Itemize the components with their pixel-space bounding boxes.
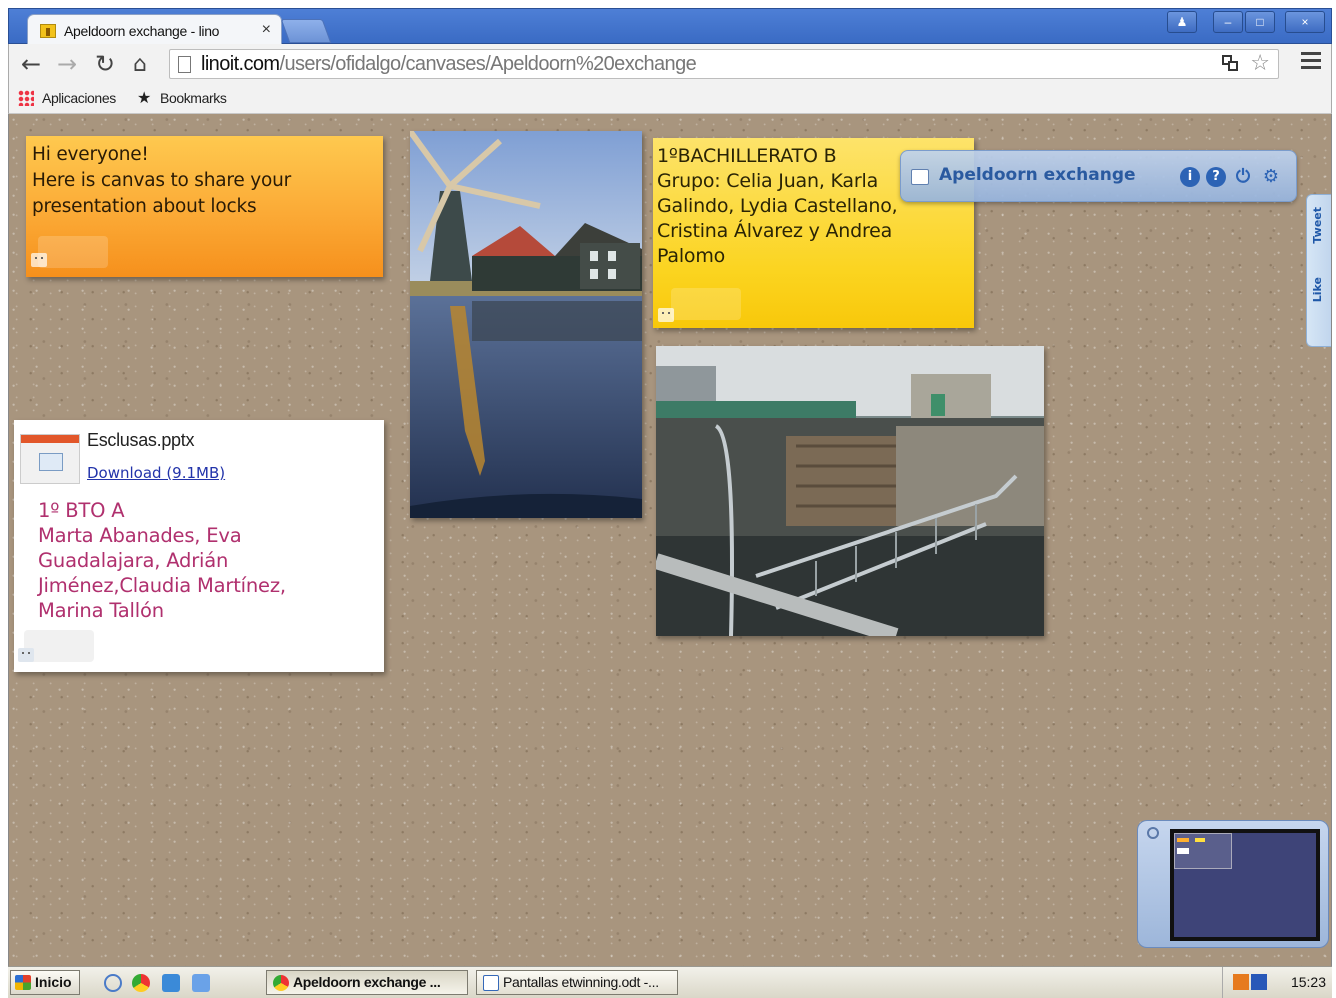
reload-icon[interactable]: ↻ xyxy=(95,50,115,78)
back-arrow-icon[interactable]: ← xyxy=(21,50,41,78)
url-host: linoit.com xyxy=(201,53,280,75)
tab-apeldoorn-exchange[interactable]: Apeldoorn exchange - lino × xyxy=(27,14,282,46)
tray-app-icon[interactable] xyxy=(1233,974,1249,990)
clock[interactable]: 15:23 xyxy=(1291,974,1326,990)
chrome-icon xyxy=(273,975,289,991)
note-line: presentation about locks xyxy=(32,196,257,217)
tab-close-icon[interactable]: × xyxy=(262,21,271,39)
like-button[interactable]: Like xyxy=(1311,277,1324,302)
maximize-button[interactable]: □ xyxy=(1245,11,1275,33)
note-line: Palomo xyxy=(657,245,726,267)
power-icon[interactable]: ⏻ xyxy=(1233,167,1253,187)
note-line: Here is canvas to share your xyxy=(32,170,292,191)
sticky-note-text: 1º BTO A Marta Abanades, Eva Guadalajara… xyxy=(38,498,286,623)
author-face-icon[interactable] xyxy=(658,308,674,322)
lino-favicon-icon xyxy=(40,24,56,38)
note-line: Cristina Álvarez y Andrea xyxy=(657,220,893,242)
user-profile-icon[interactable]: ♟ xyxy=(1167,11,1197,33)
url-path: /users/ofidalgo/canvases/Apeldoorn%20exc… xyxy=(279,53,697,75)
stamp-watermark xyxy=(24,630,94,662)
quicklaunch-ie-icon[interactable] xyxy=(162,974,180,992)
windmill-photo[interactable] xyxy=(410,131,642,518)
canvas-title[interactable]: Apeldoorn exchange xyxy=(939,165,1136,185)
sticky-note-file[interactable]: Esclusas.pptx Download (9.1MB) 1º BTO A … xyxy=(14,420,384,672)
bookmark-aplicaciones[interactable]: Aplicaciones xyxy=(42,90,116,106)
sticky-note-text: Hi everyone! Here is canvas to share you… xyxy=(32,142,291,220)
bookmarks-bar: Aplicaciones ★ Bookmarks xyxy=(8,86,1332,114)
tray-network-icon[interactable] xyxy=(1251,974,1267,990)
start-button[interactable]: Inicio xyxy=(10,970,80,995)
minimize-button[interactable]: – xyxy=(1213,11,1243,33)
sticky-note-text: 1ºBACHILLERATO B Grupo: Celia Juan, Karl… xyxy=(657,144,898,269)
canvas-face-icon xyxy=(911,169,929,185)
apps-grid-icon[interactable] xyxy=(18,90,34,106)
note-line: Marina Tallón xyxy=(38,599,164,622)
task-label: Pantallas etwinning.odt -... xyxy=(503,974,659,990)
home-icon[interactable]: ⌂ xyxy=(133,52,147,77)
lino-canvas[interactable]: Hi everyone! Here is canvas to share you… xyxy=(8,114,1332,966)
note-line: Hi everyone! xyxy=(32,144,149,165)
note-line: 1ºBACHILLERATO B xyxy=(657,145,837,167)
browser-title-bar: Apeldoorn exchange - lino × ♟ – □ × xyxy=(8,8,1332,46)
translate-icon[interactable] xyxy=(1222,55,1240,73)
author-face-icon[interactable] xyxy=(31,253,47,267)
canal-lock-photo-image xyxy=(656,346,1044,636)
windows-taskbar: Inicio Apeldoorn exchange ... Pantallas … xyxy=(8,966,1332,998)
sticky-note-orange[interactable]: Hi everyone! Here is canvas to share you… xyxy=(26,136,383,277)
stamp-watermark xyxy=(671,288,741,320)
windmill-photo-image xyxy=(410,131,642,518)
bookmark-star-icon[interactable]: ☆ xyxy=(1250,51,1270,76)
minimap-screen xyxy=(1170,829,1320,941)
info-icon[interactable]: i xyxy=(1180,167,1200,187)
canvas-minimap[interactable] xyxy=(1137,820,1329,948)
quicklaunch-browser-icon[interactable] xyxy=(104,974,122,992)
note-line: 1º BTO A xyxy=(38,499,125,522)
file-name: Esclusas.pptx xyxy=(87,430,195,450)
taskbar-item-apeldoorn[interactable]: Apeldoorn exchange ... xyxy=(266,970,468,995)
task-label: Apeldoorn exchange ... xyxy=(293,974,441,990)
author-face-icon[interactable] xyxy=(18,648,34,662)
document-icon xyxy=(483,975,499,991)
note-line: Guadalajara, Adrián xyxy=(38,549,229,572)
chrome-menu-icon[interactable] xyxy=(1301,52,1321,73)
bookmark-star-icon-small: ★ xyxy=(137,90,151,107)
url-text[interactable]: linoit.com/users/ofidalgo/canvases/Apeld… xyxy=(201,53,697,76)
bookmark-bookmarks[interactable]: Bookmarks xyxy=(160,90,227,106)
canvas-header-panel: Apeldoorn exchange i ? ⏻ ⚙ xyxy=(900,150,1297,202)
note-line: Marta Abanades, Eva xyxy=(38,524,242,547)
note-line: Galindo, Lydia Castellano, xyxy=(657,195,898,217)
address-bar[interactable]: linoit.com/users/ofidalgo/canvases/Apeld… xyxy=(169,49,1279,79)
browser-toolbar: ← → ↻ ⌂ linoit.com/users/ofidalgo/canvas… xyxy=(8,44,1332,86)
stamp-watermark xyxy=(38,236,108,268)
download-link[interactable]: Download (9.1MB) xyxy=(87,464,225,482)
pptx-file-icon[interactable] xyxy=(20,434,80,484)
quicklaunch-chrome-icon[interactable] xyxy=(132,974,150,992)
tab-title: Apeldoorn exchange - lino xyxy=(64,23,220,39)
social-share-tab: Tweet Like xyxy=(1306,194,1331,347)
tweet-button[interactable]: Tweet xyxy=(1311,207,1324,244)
page-icon xyxy=(178,56,191,73)
minimap-viewport[interactable] xyxy=(1174,833,1232,869)
close-window-button[interactable]: × xyxy=(1285,11,1325,33)
note-line: Grupo: Celia Juan, Karla xyxy=(657,170,879,192)
help-icon[interactable]: ? xyxy=(1206,167,1226,187)
new-tab-button[interactable] xyxy=(280,19,332,43)
settings-icon[interactable]: ⚙ xyxy=(1261,167,1281,187)
note-line: Jiménez,Claudia Martínez, xyxy=(38,574,286,597)
quicklaunch-folder-icon[interactable] xyxy=(192,974,210,992)
forward-arrow-icon[interactable]: → xyxy=(57,50,77,78)
start-label: Inicio xyxy=(35,974,72,990)
windows-logo-icon xyxy=(15,975,31,990)
minimap-toggle-icon[interactable] xyxy=(1147,827,1159,839)
taskbar-item-pantallas[interactable]: Pantallas etwinning.odt -... xyxy=(476,970,678,995)
system-tray: 15:23 xyxy=(1222,967,1332,998)
canal-lock-photo[interactable] xyxy=(656,346,1044,636)
